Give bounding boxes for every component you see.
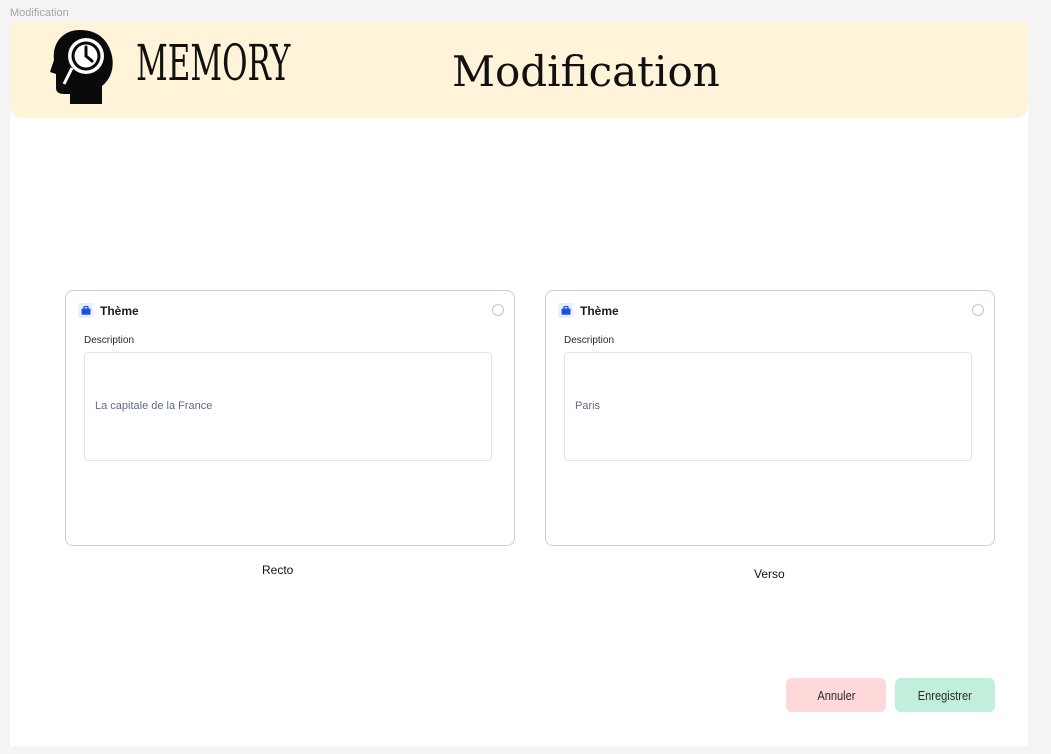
caption-recto: Recto [262, 563, 294, 577]
briefcase-icon [78, 303, 93, 318]
card-verso: Thème Description Paris [545, 290, 995, 546]
save-button[interactable]: Enregistrer [895, 678, 995, 712]
logo-text: MEMORY [136, 34, 291, 92]
header: MEMORY Modification [10, 22, 1028, 118]
save-button-label: Enregistrer [917, 687, 973, 703]
cancel-button-label: Annuler [816, 687, 856, 703]
head-clock-icon [50, 28, 114, 108]
frame-label: Modification [10, 7, 69, 19]
card-header: Thème [78, 303, 139, 318]
briefcase-icon [558, 303, 573, 318]
description-label: Description [564, 335, 615, 346]
card-title: Thème [580, 303, 619, 318]
card-recto: Thème Description La capitale de la Fran… [65, 290, 515, 546]
select-radio[interactable] [972, 304, 984, 316]
app-frame: MEMORY Modification Thème Description La… [10, 22, 1028, 746]
page-title: Modification [452, 47, 720, 96]
select-radio[interactable] [492, 304, 504, 316]
caption-verso: Verso [754, 567, 785, 581]
description-value: La capitale de la France [95, 400, 213, 412]
description-input[interactable]: La capitale de la France [84, 352, 492, 461]
cancel-button[interactable]: Annuler [786, 678, 886, 712]
description-label: Description [84, 335, 135, 346]
card-header: Thème [558, 303, 619, 318]
description-input[interactable]: Paris [564, 352, 972, 461]
description-value: Paris [575, 400, 601, 412]
card-title: Thème [100, 303, 139, 318]
